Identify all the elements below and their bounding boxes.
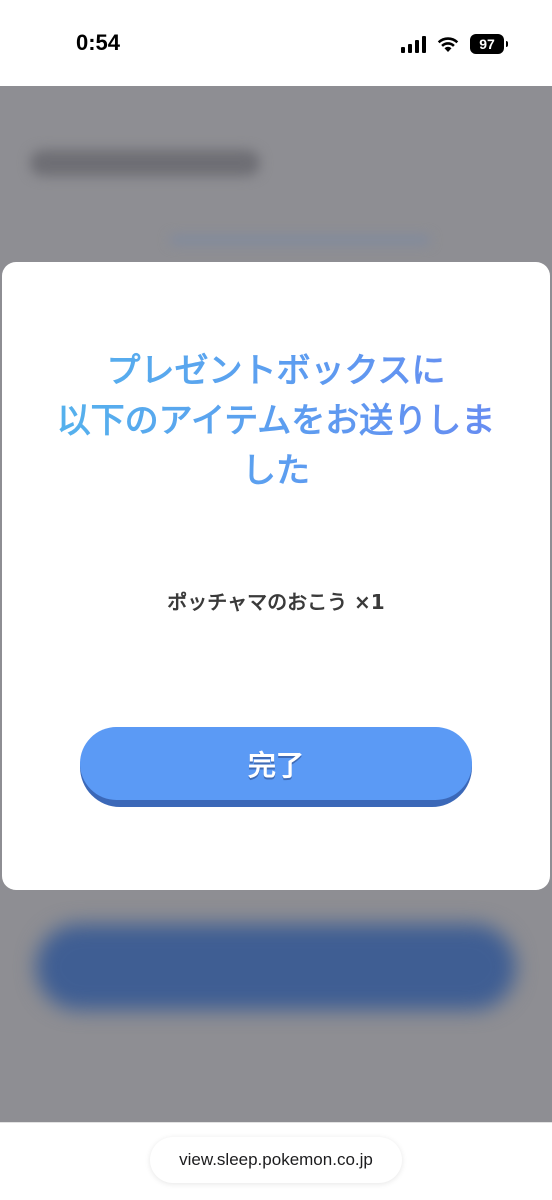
dialog-title-line: 以下のアイテムをお送りしま <box>56 401 496 441</box>
browser-bottom-bar: view.sleep.pokemon.co.jp <box>0 1122 552 1200</box>
dialog-title: プレゼントボックスに 以下のアイテムをお送りしま した <box>2 346 550 496</box>
dialog-title-line: プレゼントボックスに <box>106 351 446 391</box>
present-sent-dialog: プレゼントボックスに 以下のアイテムをお送りしま した ポッチャマのおこう ×1… <box>2 262 550 890</box>
background-button-placeholder <box>36 924 516 1010</box>
signal-icon <box>401 35 426 53</box>
status-time: 0:54 <box>76 30 121 55</box>
status-bar: 0:54 97 <box>0 0 552 86</box>
wifi-icon <box>437 37 459 52</box>
done-button-label: 完了 <box>247 748 304 782</box>
sent-item-text: ポッチャマのおこう ×1 <box>167 590 385 614</box>
dialog-title-line: した <box>242 451 310 491</box>
status-icons: 97 <box>401 34 508 54</box>
screen: 0:54 97 プレゼントボックスに 以下のアイテムをお送りしま した ポッチャ… <box>0 0 552 1200</box>
background-title-placeholder <box>30 150 260 176</box>
done-button-face[interactable]: 完了 <box>80 727 472 800</box>
done-button[interactable]: 完了 <box>80 727 472 807</box>
url-bar[interactable]: view.sleep.pokemon.co.jp <box>150 1137 402 1183</box>
background-link-placeholder <box>170 236 430 244</box>
battery-icon: 97 <box>470 34 508 54</box>
